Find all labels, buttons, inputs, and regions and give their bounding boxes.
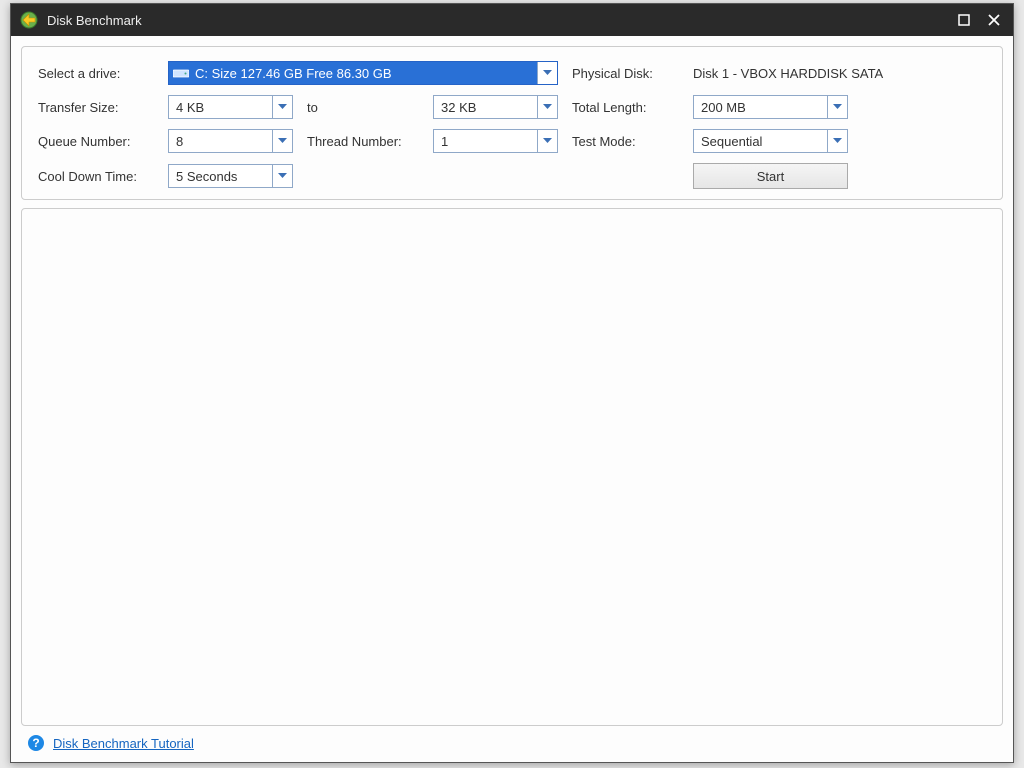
test-mode-label: Test Mode: xyxy=(558,134,693,149)
titlebar: Disk Benchmark xyxy=(11,4,1013,36)
total-length-select[interactable]: 200 MB xyxy=(693,95,848,119)
maximize-button[interactable] xyxy=(953,9,975,31)
to-label: to xyxy=(293,100,433,115)
transfer-size-to-select[interactable]: 32 KB xyxy=(433,95,558,119)
test-mode-value: Sequential xyxy=(701,134,762,149)
chevron-down-icon xyxy=(827,96,847,118)
app-icon xyxy=(19,10,39,30)
footer: ? Disk Benchmark Tutorial xyxy=(21,734,1003,754)
queue-number-select[interactable]: 8 xyxy=(168,129,293,153)
transfer-size-label: Transfer Size: xyxy=(38,100,168,115)
test-mode-select[interactable]: Sequential xyxy=(693,129,848,153)
chevron-down-icon xyxy=(272,96,292,118)
transfer-size-from-select[interactable]: 4 KB xyxy=(168,95,293,119)
cooldown-label: Cool Down Time: xyxy=(38,169,168,184)
physical-disk-value: Disk 1 - VBOX HARDDISK SATA xyxy=(693,66,986,81)
drive-value: C: Size 127.46 GB Free 86.30 GB xyxy=(195,66,392,81)
settings-panel: Select a drive: C: Size 127.46 GB Free 8… xyxy=(21,46,1003,200)
chevron-down-icon xyxy=(537,62,557,84)
start-label: Start xyxy=(757,169,784,184)
queue-number-label: Queue Number: xyxy=(38,134,168,149)
cooldown-select[interactable]: 5 Seconds xyxy=(168,164,293,188)
chevron-down-icon xyxy=(537,130,557,152)
tutorial-link[interactable]: Disk Benchmark Tutorial xyxy=(53,736,194,751)
svg-text:?: ? xyxy=(32,736,39,750)
help-icon: ? xyxy=(27,734,45,752)
thread-number-select[interactable]: 1 xyxy=(433,129,558,153)
cooldown-value: 5 Seconds xyxy=(176,169,237,184)
hard-drive-icon xyxy=(173,67,189,79)
chevron-down-icon xyxy=(272,130,292,152)
start-button[interactable]: Start xyxy=(693,163,848,189)
window-title: Disk Benchmark xyxy=(47,13,953,28)
thread-number-label: Thread Number: xyxy=(293,134,433,149)
content-area: Select a drive: C: Size 127.46 GB Free 8… xyxy=(11,36,1013,762)
disk-benchmark-window: Disk Benchmark Select a drive: xyxy=(10,3,1014,763)
thread-number-value: 1 xyxy=(441,134,448,149)
chevron-down-icon xyxy=(537,96,557,118)
total-length-label: Total Length: xyxy=(558,100,693,115)
window-controls xyxy=(953,9,1005,31)
transfer-size-from-value: 4 KB xyxy=(176,100,204,115)
close-button[interactable] xyxy=(983,9,1005,31)
total-length-value: 200 MB xyxy=(701,100,746,115)
transfer-size-to-value: 32 KB xyxy=(441,100,476,115)
physical-disk-label: Physical Disk: xyxy=(558,66,693,81)
chevron-down-icon xyxy=(827,130,847,152)
drive-label: Select a drive: xyxy=(38,66,168,81)
drive-select[interactable]: C: Size 127.46 GB Free 86.30 GB xyxy=(168,61,558,85)
results-panel xyxy=(21,208,1003,726)
chevron-down-icon xyxy=(272,165,292,187)
queue-number-value: 8 xyxy=(176,134,183,149)
